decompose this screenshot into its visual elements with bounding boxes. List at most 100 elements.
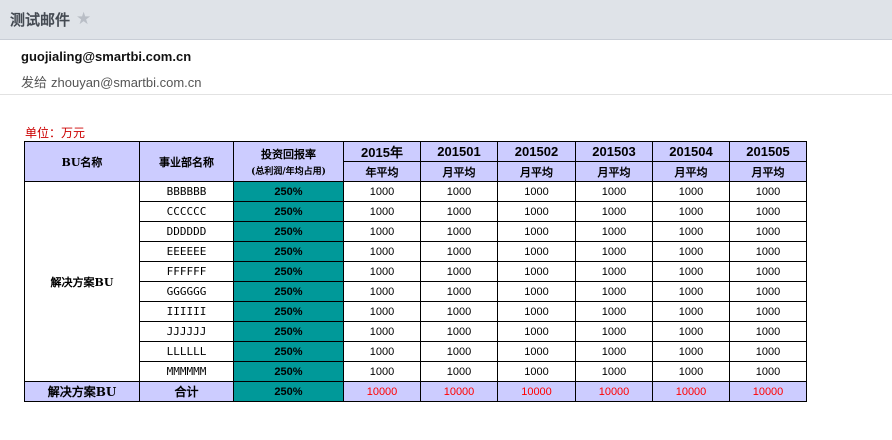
table-row: MMMMMM 250% 1000 1000 1000 1000 1000 1000 <box>25 361 807 382</box>
value-cell: 1000 <box>575 181 653 202</box>
table-row: CCCCCC 250% 1000 1000 1000 1000 1000 1000 <box>25 201 807 222</box>
value-cell: 1000 <box>652 241 730 262</box>
dept-name-cell: GGGGGG <box>139 281 234 302</box>
value-cell: 1000 <box>652 301 730 322</box>
table-row: LLLLLL 250% 1000 1000 1000 1000 1000 1000 <box>25 341 807 362</box>
report-table: BU名称 事业部名称 投资回报率 (总利润/年均占用) 2015年 201501… <box>24 141 807 402</box>
sender-address[interactable]: guojialing@smartbi.com.cn <box>21 49 191 64</box>
report-body: 解决方案BU BBBBBB 250% 1000 1000 1000 1000 1000 1000… <box>24 181 807 402</box>
dept-name-cell: FFFFFF <box>139 261 234 282</box>
star-icon[interactable]: ★ <box>76 11 91 28</box>
dept-name-cell: JJJJJJ <box>139 321 234 342</box>
value-cell: 1000 <box>575 321 653 342</box>
value-cell: 1000 <box>343 221 421 242</box>
table-row: IIIIII 250% 1000 1000 1000 1000 1000 1000 <box>25 301 807 322</box>
value-cell: 1000 <box>497 361 576 382</box>
value-cell: 1000 <box>575 281 653 302</box>
value-cell: 1000 <box>497 341 576 362</box>
value-cell: 1000 <box>575 241 653 262</box>
value-cell: 1000 <box>343 181 421 202</box>
table-row: DDDDDD 250% 1000 1000 1000 1000 1000 1000 <box>25 221 807 242</box>
roi-cell: 250% <box>233 181 344 202</box>
value-cell: 1000 <box>420 261 498 282</box>
value-cell: 1000 <box>420 181 498 202</box>
email-header: guojialing@smartbi.com.cn 发给 zhouyan@smar… <box>0 41 892 95</box>
header-row: BU名称 事业部名称 投资回报率 (总利润/年均占用) 2015年 201501… <box>24 141 807 182</box>
value-cell: 1000 <box>343 361 421 382</box>
recipient-line: 发给 zhouyan@smartbi.com.cn <box>21 72 202 91</box>
dept-name-cell: CCCCCC <box>139 201 234 222</box>
table-row: GGGGGG 250% 1000 1000 1000 1000 1000 1000 <box>25 281 807 302</box>
bu-name-cell: 解决方案BU <box>24 181 140 382</box>
table-row: FFFFFF 250% 1000 1000 1000 1000 1000 1000 <box>25 261 807 282</box>
value-cell: 1000 <box>343 321 421 342</box>
header-period: 201505 <box>729 141 807 162</box>
value-cell: 1000 <box>575 221 653 242</box>
dept-name-cell: DDDDDD <box>139 221 234 242</box>
value-cell: 1000 <box>729 181 807 202</box>
email-title-bar: 测试邮件 ★ <box>0 0 892 40</box>
value-cell: 1000 <box>343 301 421 322</box>
value-cell: 1000 <box>729 301 807 322</box>
roi-cell: 250% <box>233 301 344 322</box>
total-value: 10000 <box>343 381 421 402</box>
roi-cell: 250% <box>233 201 344 222</box>
value-cell: 1000 <box>497 301 576 322</box>
value-cell: 1000 <box>420 301 498 322</box>
total-roi: 250% <box>233 381 344 402</box>
table-row: JJJJJJ 250% 1000 1000 1000 1000 1000 1000 <box>25 321 807 342</box>
value-cell: 1000 <box>420 341 498 362</box>
header-period-sub: 月平均 <box>497 161 576 182</box>
recipient-address[interactable]: zhouyan@smartbi.com.cn <box>51 75 201 90</box>
value-cell: 1000 <box>652 261 730 282</box>
value-cell: 1000 <box>420 241 498 262</box>
header-period: 201503 <box>575 141 653 162</box>
value-cell: 1000 <box>575 261 653 282</box>
value-cell: 1000 <box>652 281 730 302</box>
dept-name-cell: MMMMMM <box>139 361 234 382</box>
value-cell: 1000 <box>652 341 730 362</box>
value-cell: 1000 <box>729 341 807 362</box>
value-cell: 1000 <box>497 201 576 222</box>
dept-name-cell: BBBBBB <box>139 181 234 202</box>
header-bu: BU名称 <box>24 141 140 182</box>
email-subject: 测试邮件 <box>10 11 71 29</box>
total-value: 10000 <box>497 381 576 402</box>
value-cell: 1000 <box>729 321 807 342</box>
value-cell: 1000 <box>729 261 807 282</box>
value-cell: 1000 <box>420 201 498 222</box>
value-cell: 1000 <box>497 241 576 262</box>
value-cell: 1000 <box>343 201 421 222</box>
value-cell: 1000 <box>420 221 498 242</box>
header-roi: 投资回报率 (总利润/年均占用) <box>233 141 344 182</box>
value-cell: 1000 <box>497 281 576 302</box>
value-cell: 1000 <box>652 201 730 222</box>
roi-cell: 250% <box>233 361 344 382</box>
roi-cell: 250% <box>233 241 344 262</box>
value-cell: 1000 <box>652 181 730 202</box>
total-value: 10000 <box>420 381 498 402</box>
total-label: 合计 <box>139 381 234 402</box>
header-period: 2015年 <box>343 141 421 162</box>
roi-cell: 250% <box>233 321 344 342</box>
table-row: EEEEEE 250% 1000 1000 1000 1000 1000 1000 <box>25 241 807 262</box>
to-label: 发给 <box>21 75 48 90</box>
value-cell: 1000 <box>729 201 807 222</box>
value-cell: 1000 <box>420 361 498 382</box>
total-value: 10000 <box>729 381 807 402</box>
value-cell: 1000 <box>652 321 730 342</box>
dept-name-cell: IIIIII <box>139 301 234 322</box>
value-cell: 1000 <box>420 281 498 302</box>
value-cell: 1000 <box>497 181 576 202</box>
roi-cell: 250% <box>233 221 344 242</box>
unit-label: 单位：万元 <box>25 126 86 140</box>
roi-cell: 250% <box>233 261 344 282</box>
header-period-sub: 年平均 <box>343 161 421 182</box>
header-period-sub: 月平均 <box>652 161 730 182</box>
value-cell: 1000 <box>729 281 807 302</box>
value-cell: 1000 <box>575 201 653 222</box>
header-period-sub: 月平均 <box>729 161 807 182</box>
value-cell: 1000 <box>575 361 653 382</box>
value-cell: 1000 <box>729 241 807 262</box>
dept-name-cell: LLLLLL <box>139 341 234 362</box>
